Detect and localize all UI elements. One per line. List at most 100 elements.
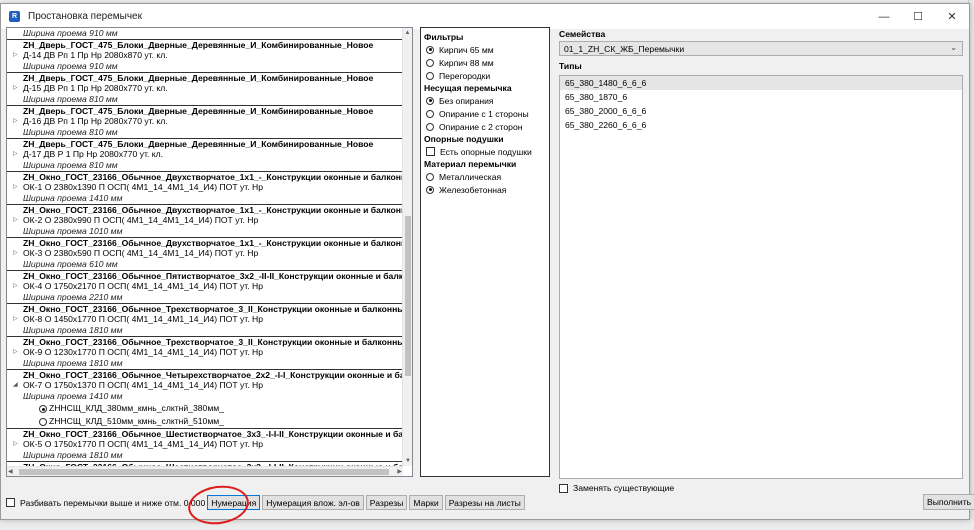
tree-family-header: ZH_Окно_ГОСТ_23166_Обычное_Трехстворчато… — [7, 336, 403, 347]
bearing-option[interactable]: Опирание с 1 стороны — [424, 107, 546, 120]
collapsed-arrow-icon[interactable]: ▷ — [13, 347, 18, 358]
brick-option[interactable]: Кирпич 65 мм — [424, 43, 546, 56]
lintel-radio[interactable] — [39, 418, 47, 426]
chevron-down-icon: ⌄ — [950, 43, 957, 52]
minimize-button[interactable]: — — [867, 4, 901, 29]
tree-vertical-scrollbar[interactable]: ▲ ▼ — [402, 28, 412, 466]
collapsed-arrow-icon[interactable]: ▷ — [13, 314, 18, 325]
tree-family-header: ZH_Окно_ГОСТ_23166_Обычное_Четырехстворч… — [7, 369, 403, 380]
pads-checkbox-row[interactable]: Есть опорные подушки — [424, 145, 546, 158]
collapsed-arrow-icon[interactable]: ▷ — [13, 116, 18, 127]
collapsed-arrow-icon[interactable]: ▷ — [13, 281, 18, 292]
close-button[interactable]: ✕ — [935, 4, 969, 29]
collapsed-arrow-icon[interactable]: ▷ — [13, 50, 18, 61]
brick-radio[interactable] — [426, 71, 434, 80]
tree-opening-item[interactable]: ▷ ОК-9 О 1230х1770 П ОСП( 4М1_14_4М1_14_И… — [7, 347, 403, 358]
tree-opening-item[interactable]: ▷ ОК-5 О 1750х1770 П ОСП( 4М1_14_4М1_14_И… — [7, 439, 403, 450]
bearing-label: Опирание с 1 стороны — [439, 108, 529, 119]
revit-app-icon: R — [9, 11, 20, 22]
tree-opening-width: Ширина проема 810 мм — [23, 160, 118, 170]
tree-opening-item[interactable]: ▷ ОК-3 О 2380х590 П ОСП( 4М1_14_4М1_14_И4… — [7, 248, 403, 259]
type-list-item[interactable]: 65_380_1480_6_6_6 — [560, 76, 962, 90]
maximize-button[interactable]: ☐ — [901, 4, 935, 29]
tree-opening-item[interactable]: ▷ ОК-8 О 1450х1770 П ОСП( 4М1_14_4М1_14_И… — [7, 314, 403, 325]
material-radio[interactable] — [426, 185, 434, 194]
tree-opening-width: Ширина проема 910 мм — [23, 28, 118, 38]
material-label: Металлическая — [439, 171, 502, 182]
replace-checkbox-row[interactable]: Заменять существующие — [559, 482, 963, 494]
bearing-title: Несущая перемычка — [424, 83, 512, 93]
collapsed-arrow-icon[interactable]: ▷ — [13, 215, 18, 226]
tree-opening-item[interactable]: ◢ ОК-7 О 1750х1370 П ОСП( 4М1_14_4М1_14_И… — [7, 380, 403, 391]
scroll-thumb[interactable] — [405, 216, 411, 376]
tree-opening-item[interactable]: ▷ Д-17 ДВ Р 1 Пр Нр 2080х770 ут. кл. — [7, 149, 403, 160]
material-option[interactable]: Металлическая — [424, 170, 546, 183]
brick-radio[interactable] — [426, 45, 434, 54]
pads-title: Опорные подушки — [424, 134, 504, 144]
brick-option[interactable]: Кирпич 88 мм — [424, 56, 546, 69]
bearing-option[interactable]: Опирание с 2 сторон — [424, 120, 546, 133]
tree-opening-width: Ширина проема 610 мм — [23, 259, 118, 269]
brick-option[interactable]: Перегородки — [424, 69, 546, 82]
material-label: Железобетонная — [439, 184, 507, 195]
families-title: Семейства — [559, 29, 606, 39]
tree-opening-item[interactable]: ▷ Д-14 ДВ Рп 1 Пр Нр 2080х870 ут. кл. — [7, 50, 403, 61]
sections-to-sheets-button[interactable]: Разрезы на листы — [444, 495, 525, 510]
tree-opening-width: Ширина проема 1810 мм — [23, 450, 123, 460]
nested-numbering-button[interactable]: Нумерация влож. эл-ов — [262, 495, 364, 510]
brick-radio[interactable] — [426, 58, 434, 67]
collapsed-arrow-icon[interactable]: ▷ — [13, 439, 18, 450]
expanded-arrow-icon[interactable]: ◢ — [13, 380, 18, 391]
bearing-radio[interactable] — [426, 96, 434, 105]
tree-horizontal-scrollbar[interactable]: ◀ ▶ — [7, 466, 403, 476]
tree-opening-item[interactable]: ▷ ОК-1 О 2380х1390 П ОСП( 4М1_14_4М1_14_И… — [7, 182, 403, 193]
types-list[interactable]: 65_380_1480_6_6_6 65_380_1870_6 65_380_200… — [559, 75, 963, 479]
bearing-radio[interactable] — [426, 109, 434, 118]
openings-tree[interactable]: Ширина проема 910 мм ZH_Дверь_ГОСТ_475_Бл… — [6, 27, 413, 477]
bearing-option[interactable]: Без опирания — [424, 94, 546, 107]
tree-lintel-option[interactable]: ZHНСЩ_КЛД_380мм_кмнь_слктнй_380мм_ — [7, 402, 403, 415]
tree-opening-item[interactable]: ▷ Д-15 ДВ Рп 1 Пр Нр 2080х770 ут. кл. — [7, 83, 403, 94]
material-option[interactable]: Железобетонная — [424, 183, 546, 196]
scroll-down-icon[interactable]: ▼ — [403, 456, 412, 466]
pads-label: Есть опорные подушки — [440, 146, 532, 157]
material-radio[interactable] — [426, 172, 434, 181]
tree-opening-item[interactable]: ▷ ОК-4 О 1750х2170 П ОСП( 4М1_14_4М1_14_И… — [7, 281, 403, 292]
bearing-radio[interactable] — [426, 122, 434, 131]
scroll-left-icon[interactable]: ◀ — [8, 467, 13, 476]
tree-opening-width: Ширина проема 1410 мм — [23, 391, 123, 401]
tree-opening-width: Ширина проема 1010 мм — [23, 226, 123, 236]
tree-opening-label: ОК-7 О 1750х1370 П ОСП( 4М1_14_4М1_14_И4… — [23, 380, 264, 390]
marks-button[interactable]: Марки — [409, 495, 443, 510]
lintel-radio[interactable] — [39, 405, 47, 413]
split-label: Разбивать перемычки выше и ниже отм. 0,0… — [20, 497, 206, 508]
scroll-right-icon[interactable]: ▶ — [397, 467, 402, 476]
type-list-item[interactable]: 65_380_2260_6_6_6 — [560, 118, 962, 132]
filters-title: Фильтры — [424, 32, 464, 42]
collapsed-arrow-icon[interactable]: ▷ — [13, 248, 18, 259]
scroll-up-icon[interactable]: ▲ — [403, 28, 412, 38]
replace-checkbox[interactable] — [559, 483, 568, 493]
type-list-item[interactable]: 65_380_1870_6 — [560, 90, 962, 104]
collapsed-arrow-icon[interactable]: ▷ — [13, 83, 18, 94]
tree-content: Ширина проема 910 мм ZH_Дверь_ГОСТ_475_Бл… — [7, 28, 403, 476]
collapsed-arrow-icon[interactable]: ▷ — [13, 149, 18, 160]
scroll-thumb-horizontal[interactable] — [19, 469, 389, 475]
tree-lintel-option[interactable]: ZHНСЩ_КЛД_510мм_кмнь_слктнй_510мм_ — [7, 415, 403, 428]
pads-checkbox[interactable] — [426, 147, 435, 156]
run-button[interactable]: Выполнить — [923, 494, 974, 510]
bottom-toolbar: Разбивать перемычки выше и ниже отм. 0,0… — [6, 494, 525, 511]
tree-opening-item[interactable]: ▷ ОК-2 О 2380х990 П ОСП( 4М1_14_4М1_14_И4… — [7, 215, 403, 226]
tree-opening-label: ОК-5 О 1750х1770 П ОСП( 4М1_14_4М1_14_И4… — [23, 439, 264, 449]
tree-family-header: ZH_Окно_ГОСТ_23166_Обычное_Шестистворчат… — [7, 428, 403, 439]
brick-label: Кирпич 88 мм — [439, 57, 494, 68]
tree-opening-width: Ширина проема 910 мм — [23, 61, 118, 71]
sections-button[interactable]: Разрезы — [365, 495, 408, 510]
material-title: Материал перемычки — [424, 159, 517, 169]
family-select[interactable]: 01_1_ZH_СК_ЖБ_Перемычки ⌄ — [559, 41, 963, 56]
collapsed-arrow-icon[interactable]: ▷ — [13, 182, 18, 193]
tree-opening-item[interactable]: ▷ Д-16 ДВ Рп 1 Пр Нр 2080х770 ут. кл. — [7, 116, 403, 127]
type-list-item[interactable]: 65_380_2000_6_6_6 — [560, 104, 962, 118]
split-checkbox[interactable] — [6, 498, 15, 507]
tree-opening-label: ОК-4 О 1750х2170 П ОСП( 4М1_14_4М1_14_И4… — [23, 281, 264, 291]
